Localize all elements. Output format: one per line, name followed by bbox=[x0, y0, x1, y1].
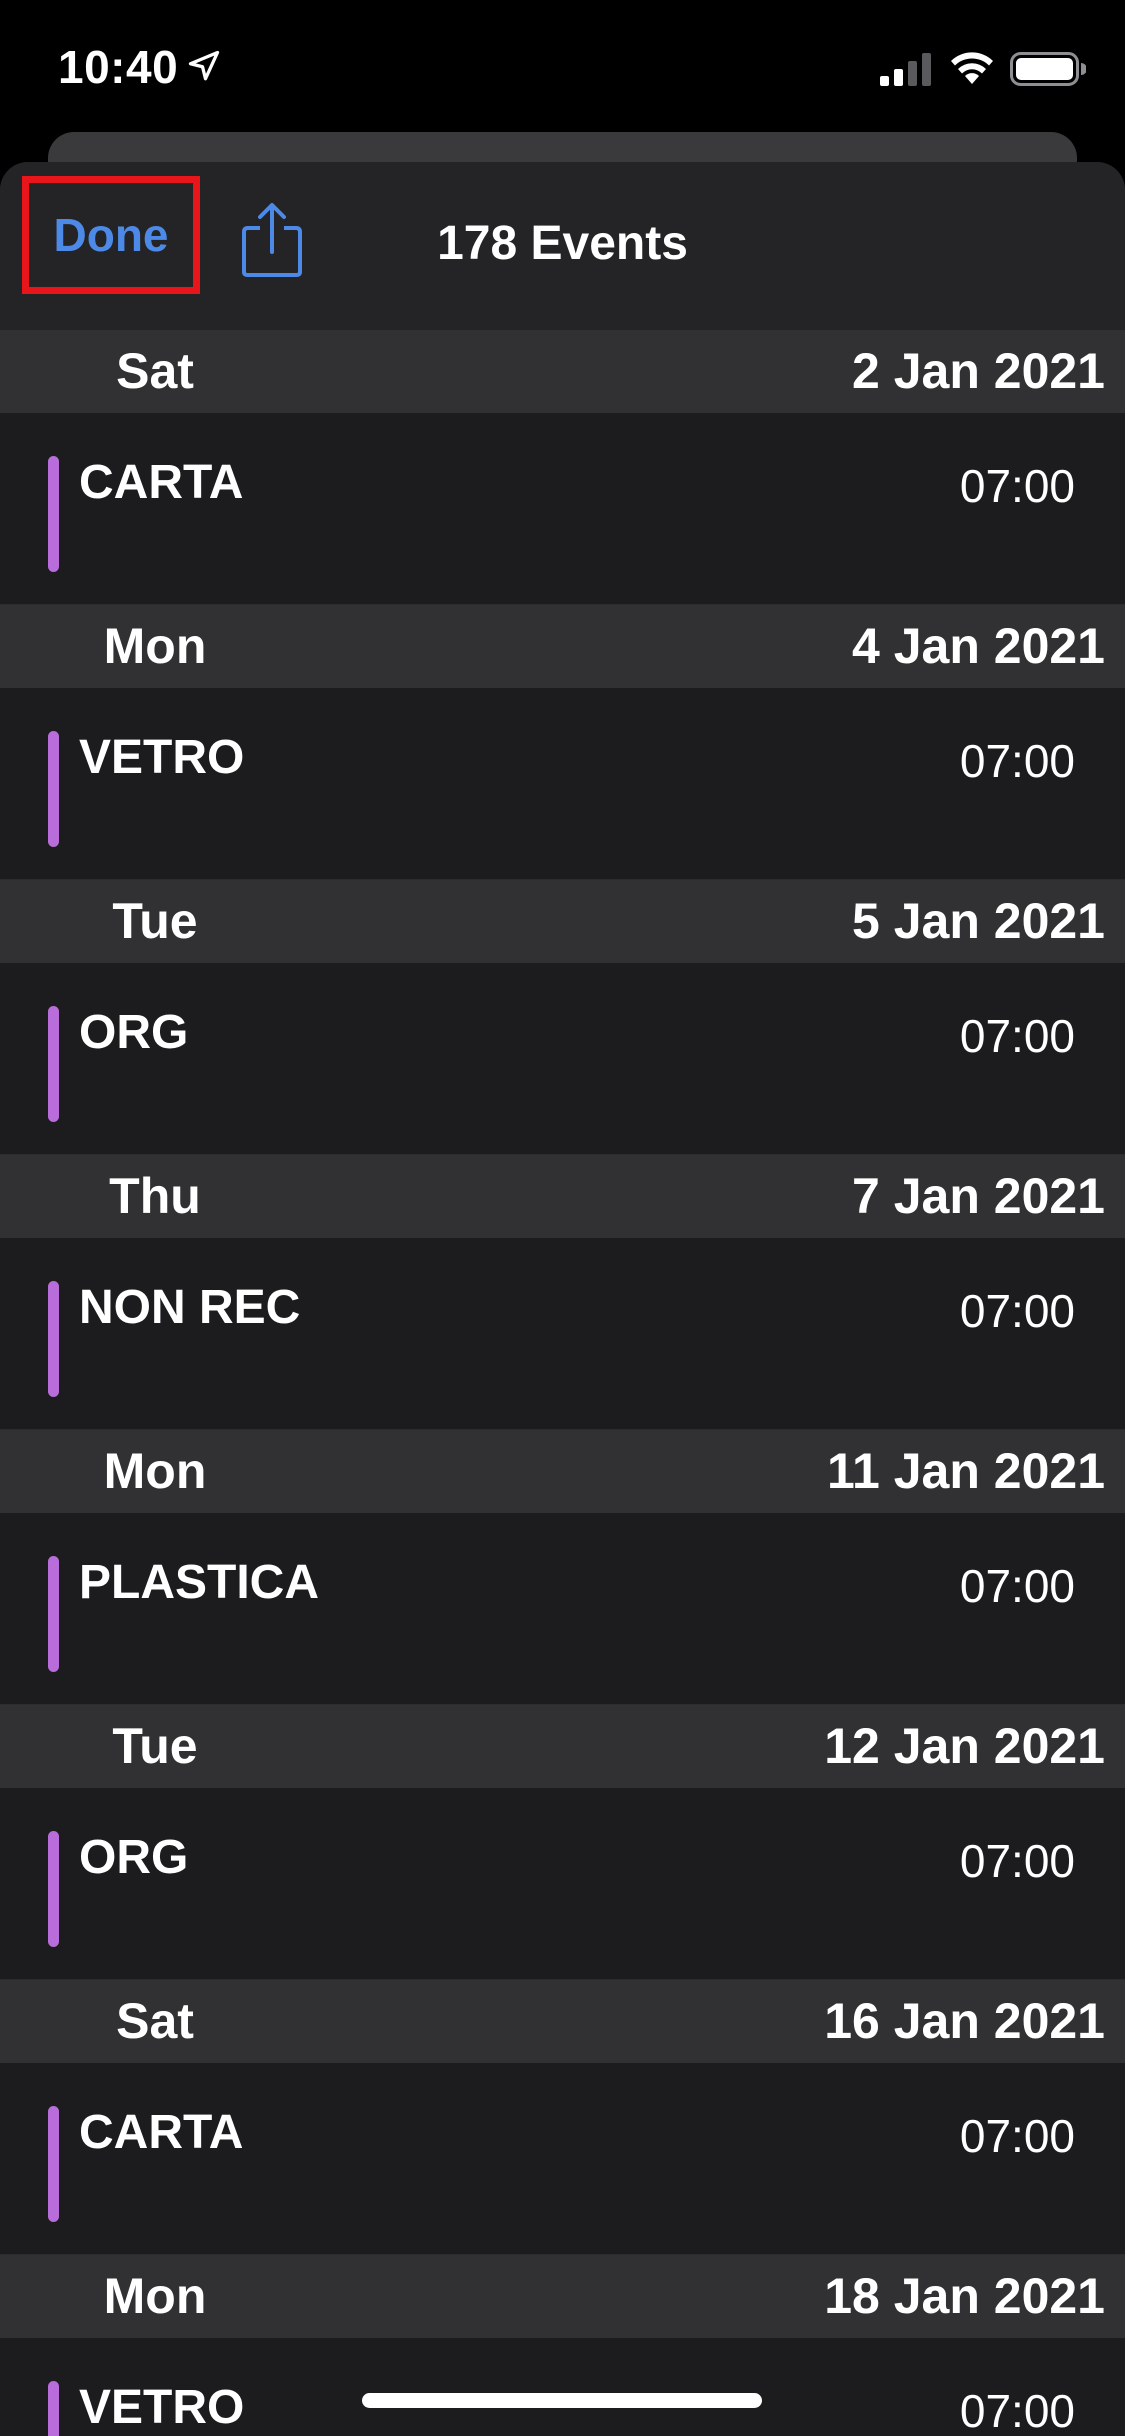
day-name: Tue bbox=[112, 893, 198, 949]
wifi-icon bbox=[951, 52, 993, 84]
status-bar: 10:40 bbox=[0, 0, 1125, 140]
event-title: VETRO bbox=[79, 2381, 245, 2434]
event-time: 07:00 bbox=[959, 2110, 1075, 2162]
day-date: 16 Jan 2021 bbox=[824, 1993, 1105, 2049]
calendar-color-bar bbox=[48, 2106, 59, 2222]
calendar-color-bar bbox=[48, 1281, 59, 1397]
event-title: NON REC bbox=[79, 1281, 301, 1334]
event-time: 07:00 bbox=[959, 460, 1075, 512]
day-name: Mon bbox=[103, 618, 207, 674]
day-header: Tue 5 Jan 2021 bbox=[0, 880, 1125, 963]
day-section: Sat 2 Jan 2021 CARTA 07:00 bbox=[0, 330, 1125, 605]
event-row[interactable]: VETRO 07:00 bbox=[0, 2338, 1125, 2436]
day-name: Sat bbox=[116, 343, 194, 399]
event-row[interactable]: CARTA 07:00 bbox=[0, 413, 1125, 605]
day-section: Mon 18 Jan 2021 VETRO 07:00 bbox=[0, 2255, 1125, 2436]
calendar-color-bar bbox=[48, 731, 59, 847]
day-name: Tue bbox=[112, 1718, 198, 1774]
calendar-color-bar bbox=[48, 1831, 59, 1947]
battery-icon bbox=[1010, 52, 1086, 86]
status-time: 10:40 bbox=[58, 41, 179, 93]
day-name: Mon bbox=[103, 1443, 207, 1499]
event-row[interactable]: ORG 07:00 bbox=[0, 963, 1125, 1155]
event-row[interactable]: ORG 07:00 bbox=[0, 1788, 1125, 1980]
day-date: 12 Jan 2021 bbox=[824, 1718, 1105, 1774]
event-row[interactable]: PLASTICA 07:00 bbox=[0, 1513, 1125, 1705]
day-name: Mon bbox=[103, 2268, 207, 2324]
events-sheet: Done 178 Events Sat 2 Jan 2021 CARTA 07:00 M… bbox=[0, 162, 1125, 2436]
calendar-color-bar bbox=[48, 1006, 59, 1122]
screen: 10:40 Done 178 Events Sat 2 Jan 2021 CAR… bbox=[0, 0, 1125, 2436]
event-time: 07:00 bbox=[959, 1560, 1075, 1612]
event-row[interactable]: VETRO 07:00 bbox=[0, 688, 1125, 880]
event-title: VETRO bbox=[79, 731, 245, 784]
event-list: Sat 2 Jan 2021 CARTA 07:00 Mon 4 Jan 2021 VETR… bbox=[0, 330, 1125, 2436]
day-date: 5 Jan 2021 bbox=[852, 893, 1105, 949]
day-header: Sat 2 Jan 2021 bbox=[0, 330, 1125, 413]
event-time: 07:00 bbox=[959, 735, 1075, 787]
event-title: CARTA bbox=[79, 456, 244, 509]
calendar-color-bar bbox=[48, 1556, 59, 1672]
event-time: 07:00 bbox=[959, 1835, 1075, 1887]
day-header: Sat 16 Jan 2021 bbox=[0, 1980, 1125, 2063]
event-time: 07:00 bbox=[959, 1285, 1075, 1337]
event-title: ORG bbox=[79, 1831, 189, 1884]
event-time: 07:00 bbox=[959, 1010, 1075, 1062]
day-header: Thu 7 Jan 2021 bbox=[0, 1155, 1125, 1238]
day-section: Tue 12 Jan 2021 ORG 07:00 bbox=[0, 1705, 1125, 1980]
day-section: Tue 5 Jan 2021 ORG 07:00 bbox=[0, 880, 1125, 1155]
event-row[interactable]: NON REC 07:00 bbox=[0, 1238, 1125, 1430]
event-row[interactable]: CARTA 07:00 bbox=[0, 2063, 1125, 2255]
day-header: Mon 11 Jan 2021 bbox=[0, 1430, 1125, 1513]
day-header: Mon 18 Jan 2021 bbox=[0, 2255, 1125, 2338]
cellular-signal-icon bbox=[880, 53, 931, 86]
day-header: Mon 4 Jan 2021 bbox=[0, 605, 1125, 688]
event-title: CARTA bbox=[79, 2106, 244, 2159]
day-date: 11 Jan 2021 bbox=[826, 1443, 1105, 1499]
day-date: 18 Jan 2021 bbox=[824, 2268, 1105, 2324]
navigation-bar: Done 178 Events bbox=[0, 162, 1125, 331]
calendar-color-bar bbox=[48, 2381, 59, 2436]
event-title: PLASTICA bbox=[79, 1556, 319, 1609]
calendar-color-bar bbox=[48, 456, 59, 572]
day-section: Mon 4 Jan 2021 VETRO 07:00 bbox=[0, 605, 1125, 880]
event-time: 07:00 bbox=[959, 2385, 1075, 2436]
day-date: 4 Jan 2021 bbox=[852, 618, 1105, 674]
day-date: 7 Jan 2021 bbox=[852, 1168, 1105, 1224]
day-name: Sat bbox=[116, 1993, 194, 2049]
event-title: ORG bbox=[79, 1006, 189, 1059]
page-title: 178 Events bbox=[437, 217, 688, 270]
day-section: Sat 16 Jan 2021 CARTA 07:00 bbox=[0, 1980, 1125, 2255]
home-indicator[interactable] bbox=[362, 2393, 762, 2408]
day-section: Mon 11 Jan 2021 PLASTICA 07:00 bbox=[0, 1430, 1125, 1705]
day-name: Thu bbox=[109, 1168, 201, 1224]
day-section: Thu 7 Jan 2021 NON REC 07:00 bbox=[0, 1155, 1125, 1430]
day-header: Tue 12 Jan 2021 bbox=[0, 1705, 1125, 1788]
location-arrow-icon bbox=[188, 50, 220, 81]
day-date: 2 Jan 2021 bbox=[852, 343, 1105, 399]
